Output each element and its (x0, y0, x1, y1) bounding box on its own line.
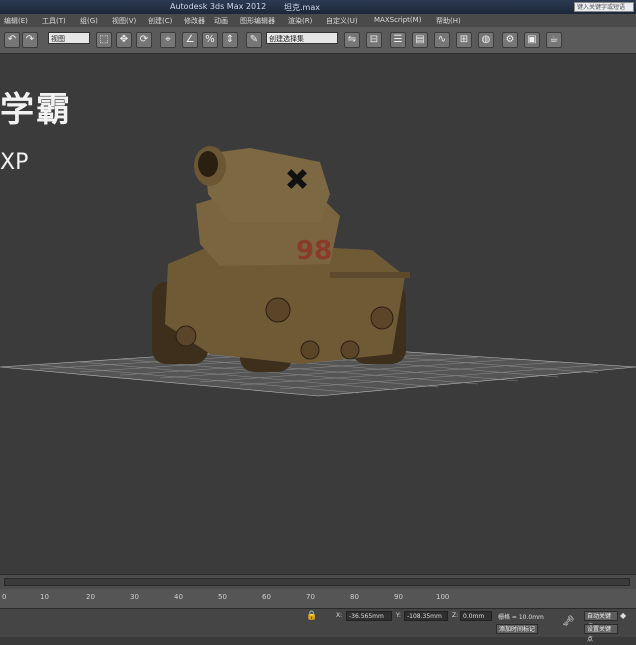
auto-key-button[interactable]: 自动关键点 (584, 611, 618, 630)
percent-snap-icon[interactable]: % (202, 32, 218, 48)
watermark-title: 学霸 (0, 90, 72, 130)
menu-modifiers[interactable]: 修改器 (184, 16, 205, 26)
perspective-viewport[interactable]: 98 学霸 XP (0, 54, 636, 574)
menu-create[interactable]: 创建(C) (148, 16, 172, 26)
spinner-snap-icon[interactable]: ⇕ (222, 32, 238, 48)
render-setup-icon[interactable]: ⚙ (502, 32, 518, 48)
key-mode-icon[interactable]: ◆ (620, 611, 626, 620)
timeline[interactable]: 0 10 20 30 40 50 60 70 80 90 100 (0, 574, 636, 609)
graphite-toolbar-icon[interactable]: ▤ (412, 32, 428, 48)
key-icon[interactable]: 🗝 (562, 616, 575, 627)
view-combo[interactable]: 视图 (48, 32, 90, 44)
tick-label: 10 (40, 593, 49, 601)
track-bar-ruler[interactable]: 0 10 20 30 40 50 60 70 80 90 100 (0, 589, 636, 609)
tick-label: 90 (394, 593, 403, 601)
menu-edit[interactable]: 编辑(E) (4, 16, 28, 26)
curve-editor-icon[interactable]: ∿ (434, 32, 450, 48)
menu-help[interactable]: 帮助(H) (436, 16, 461, 26)
app-title: Autodesk 3ds Max 2012 (170, 2, 267, 11)
named-selection-combo[interactable]: 创建选择集 (266, 32, 338, 44)
mirror-icon[interactable]: ⇋ (344, 32, 360, 48)
y-label: Y: (396, 612, 401, 619)
menu-animation[interactable]: 动画 (214, 16, 228, 26)
tick-label: 80 (350, 593, 359, 601)
z-label: Z: (452, 612, 459, 619)
tick-label: 60 (262, 593, 271, 601)
menu-group[interactable]: 组(G) (80, 16, 98, 26)
menu-views[interactable]: 视图(V) (112, 16, 136, 26)
rotate-icon[interactable]: ⟳ (136, 32, 152, 48)
tick-label: 40 (174, 593, 183, 601)
align-icon[interactable]: ⊟ (366, 32, 382, 48)
menu-customize[interactable]: 自定义(U) (326, 16, 358, 26)
tank-model[interactable]: 98 (152, 146, 410, 372)
menu-maxscript[interactable]: MAXScript(M) (374, 16, 421, 24)
viewport-scene: 98 (0, 146, 636, 397)
tick-label: 0 (2, 593, 7, 601)
x-label: X: (336, 612, 343, 619)
snap-icon[interactable]: ⌖ (160, 32, 176, 48)
menu-tools[interactable]: 工具(T) (42, 16, 66, 26)
add-time-tag-button[interactable]: 添加时间标记 (496, 624, 539, 634)
lock-icon[interactable]: 🔒 (306, 611, 317, 621)
tick-label: 30 (130, 593, 139, 601)
undo-icon[interactable]: ↶ (4, 32, 20, 48)
tick-label: 100 (436, 593, 450, 601)
move-icon[interactable]: ✥ (116, 32, 132, 48)
y-coordinate-field[interactable]: -108.35mm (404, 611, 448, 621)
schematic-view-icon[interactable]: ⊞ (456, 32, 472, 48)
menu-graph-editors[interactable]: 图形编辑器 (240, 16, 275, 26)
select-icon[interactable]: ⬚ (96, 32, 112, 48)
main-toolbar: ↶ ↷ 视图 ⬚ ✥ ⟳ ⌖ ∠ % ⇕ ✎ 创建选择集 ⇋ ⊟ ☰ ▤ ∿ ⊞… (0, 27, 636, 54)
time-slider[interactable] (4, 578, 630, 586)
rendered-frame-window-icon[interactable]: ▣ (524, 32, 540, 48)
edit-named-selection-icon[interactable]: ✎ (246, 32, 262, 48)
redo-icon[interactable]: ↷ (22, 32, 38, 48)
z-coordinate-field[interactable]: 0.0mm (460, 611, 492, 621)
title-bar: Autodesk 3ds Max 2012 坦克.max 键入关键字或短语 (0, 0, 636, 14)
set-key-button[interactable]: 设置关键点 (584, 624, 618, 643)
svg-text:98: 98 (296, 236, 332, 266)
render-teapot-icon[interactable]: ☕ (546, 32, 562, 48)
status-bar: 🔒 X: -36.565mm Y: -108.35mm Z: 0.0mm 栅格 … (0, 608, 636, 643)
material-editor-icon[interactable]: ◍ (478, 32, 494, 48)
menu-bar: 编辑(E) 工具(T) 组(G) 视图(V) 创建(C) 修改器 动画 图形编辑… (0, 14, 636, 27)
tick-label: 50 (218, 593, 227, 601)
layer-manager-icon[interactable]: ☰ (390, 32, 406, 48)
file-name: 坦克.max (284, 3, 320, 12)
grid-size-label: 栅格 = 10.0mm (498, 614, 544, 621)
tick-label: 70 (306, 593, 315, 601)
x-coordinate-field[interactable]: -36.565mm (346, 611, 392, 621)
tick-label: 20 (86, 593, 95, 601)
angle-snap-icon[interactable]: ∠ (182, 32, 198, 48)
help-search-input[interactable]: 键入关键字或短语 (574, 2, 634, 12)
menu-rendering[interactable]: 渲染(R) (288, 16, 312, 26)
watermark-subtitle: XP (0, 150, 29, 175)
